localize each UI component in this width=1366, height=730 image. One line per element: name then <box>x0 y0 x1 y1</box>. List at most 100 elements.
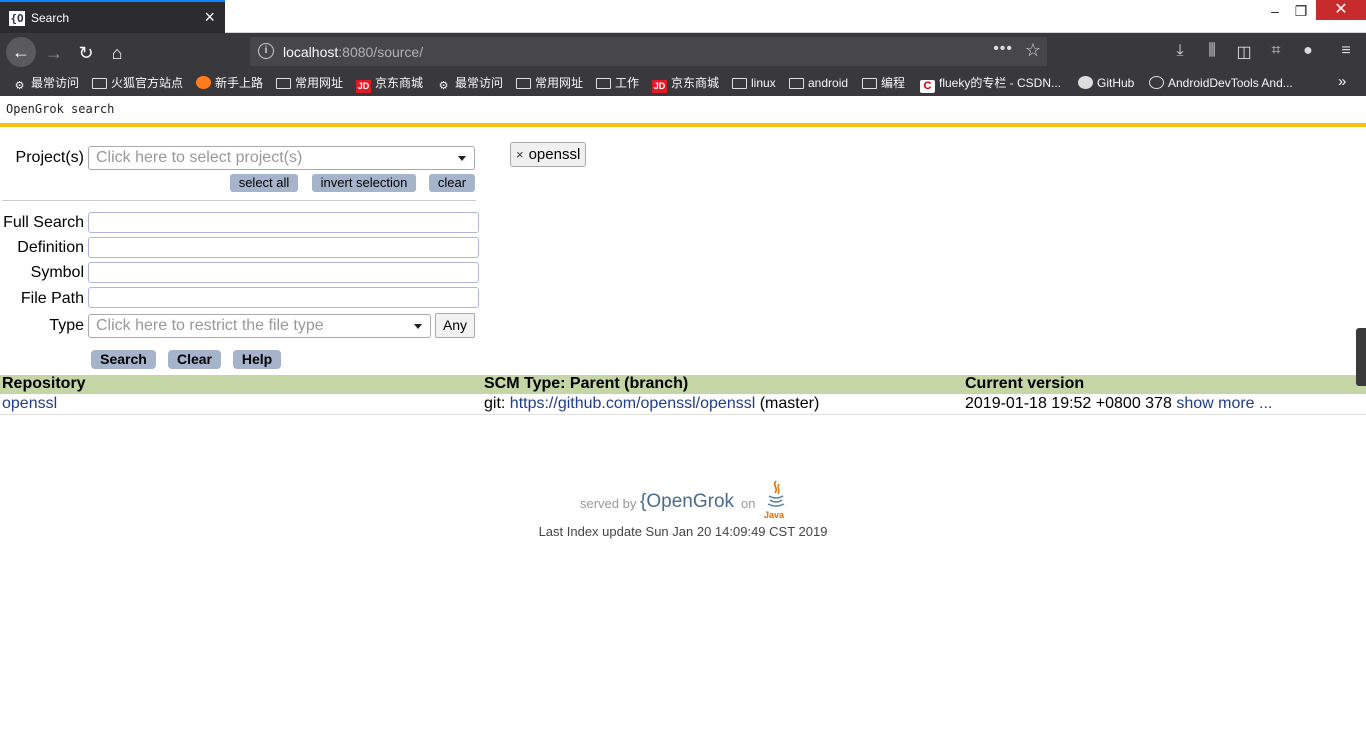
github-icon <box>1078 76 1093 89</box>
navigation-toolbar: ← → ↻ ⌂ i localhost:8080/source/ ••• ☆ ⤓… <box>0 33 1366 71</box>
csdn-icon: C <box>920 80 935 93</box>
dropdown-arrow-icon <box>458 156 466 161</box>
file-path-label: File Path <box>20 290 84 307</box>
bookmark-label: linux <box>751 76 776 90</box>
screenshot-icon[interactable]: ⌗ <box>1265 42 1287 60</box>
java-logo-text: Java <box>764 510 785 520</box>
bookmark-item[interactable]: GitHub <box>1078 75 1134 92</box>
header-repository: Repository <box>2 375 86 392</box>
folder-icon <box>516 78 531 89</box>
scm-url-link[interactable]: https://github.com/openssl/openssl <box>510 395 755 412</box>
bookmark-item[interactable]: 编程 <box>862 75 905 92</box>
scrollbar-thumb[interactable] <box>1356 328 1366 386</box>
url-host: localhost <box>283 44 339 60</box>
bookmarks-toolbar: ⚙ 最常访问 火狐官方站点 新手上路 常用网址 JD 京东商城 ⚙ 最常访问 常用网址… <box>0 71 1366 96</box>
home-icon[interactable]: ⌂ <box>103 39 131 67</box>
full-search-label: Full Search <box>3 214 84 231</box>
opengrok-footer-logo[interactable]: served by {OpenGrok on Java <box>580 479 790 524</box>
bookmark-item[interactable]: android <box>789 75 848 92</box>
bookmark-label: flueky的专栏 - CSDN... <box>939 76 1062 90</box>
bookmark-item[interactable]: ⚙ 最常访问 <box>436 75 503 92</box>
bookmark-star-icon[interactable]: ☆ <box>1025 40 1041 61</box>
bookmark-label: AndroidDevTools And... <box>1168 76 1293 90</box>
clear-projects-button[interactable]: clear <box>429 174 475 192</box>
projects-select[interactable]: Click here to select project(s) <box>88 146 475 170</box>
folder-icon <box>596 78 611 89</box>
chevron-right-icon[interactable]: » <box>1338 73 1346 90</box>
menu-icon[interactable]: ≡ <box>1335 42 1357 60</box>
bookmark-item[interactable]: Cflueky的专栏 - CSDN... <box>920 75 1062 93</box>
forward-arrow-icon[interactable]: → <box>40 39 68 67</box>
bookmark-item[interactable]: JD 京东商城 <box>652 75 720 93</box>
reload-icon[interactable]: ↻ <box>72 39 100 67</box>
file-path-input[interactable] <box>88 287 479 308</box>
search-button[interactable]: Search <box>91 350 156 369</box>
scm-cell: git: https://github.com/openssl/openssl … <box>484 395 819 413</box>
help-button[interactable]: Help <box>233 350 281 369</box>
extension-icon[interactable]: ● <box>1297 42 1319 60</box>
page-title: OpenGrok search <box>6 102 115 116</box>
jd-icon: JD <box>356 80 371 93</box>
bookmark-item[interactable]: 常用网址 <box>516 75 583 92</box>
gear-icon: ⚙ <box>14 80 25 92</box>
symbol-input[interactable] <box>88 262 479 283</box>
bookmark-label: 火狐官方站点 <box>111 76 184 90</box>
close-window-button[interactable]: ✕ <box>1316 0 1366 20</box>
library-icon[interactable]: ⫼ <box>1201 42 1223 60</box>
folder-icon <box>92 78 107 89</box>
tab-close-icon[interactable]: × <box>204 7 215 27</box>
show-more-link[interactable]: show more ... <box>1176 395 1272 412</box>
invert-selection-button[interactable]: invert selection <box>312 174 416 192</box>
folder-icon <box>732 78 747 89</box>
active-tab[interactable]: {O Search × <box>0 0 225 33</box>
definition-label: Definition <box>17 239 84 256</box>
selected-project-label: openssl <box>528 146 581 163</box>
bookmark-item[interactable]: ⚙ 最常访问 <box>12 75 79 92</box>
back-arrow-icon[interactable]: ← <box>6 37 36 67</box>
version-cell: 2019-01-18 19:52 +0800 378 show more ... <box>965 395 1272 413</box>
url-text[interactable]: localhost:8080/source/ <box>283 44 423 60</box>
globe-icon <box>1149 76 1164 89</box>
on-text: on <box>741 496 756 511</box>
table-header-row: Repository SCM Type: Parent (branch) Cur… <box>0 375 1366 394</box>
jd-icon: JD <box>652 80 667 93</box>
bookmark-item[interactable]: 常用网址 <box>276 75 343 92</box>
scm-prefix: git: <box>484 395 510 412</box>
bookmark-item[interactable]: JD 京东商城 <box>356 75 423 93</box>
selected-project-tag[interactable]: × openssl <box>510 142 587 167</box>
bookmark-item[interactable]: linux <box>732 75 776 92</box>
java-logo-icon: Java <box>764 480 785 520</box>
clear-button[interactable]: Clear <box>168 350 221 369</box>
bookmark-item[interactable]: 火狐官方站点 <box>92 75 183 92</box>
table-row: openssl git: https://github.com/openssl/… <box>0 394 1366 415</box>
served-by-text: served by <box>580 496 637 511</box>
type-select[interactable]: Click here to restrict the file type <box>88 314 431 338</box>
any-type-button[interactable]: Any <box>435 313 475 338</box>
type-placeholder: Click here to restrict the file type <box>96 317 324 334</box>
bookmark-label: 编程 <box>881 76 906 90</box>
bookmark-label: 最常访问 <box>455 76 504 90</box>
select-all-button[interactable]: select all <box>230 174 298 192</box>
page-actions-icon[interactable]: ••• <box>993 40 1013 58</box>
minimize-window-button[interactable]: – <box>1261 0 1289 22</box>
remove-project-icon[interactable]: × <box>516 147 524 162</box>
downloads-icon[interactable]: ⤓ <box>1169 42 1191 60</box>
restore-window-button[interactable]: ❐ <box>1287 0 1315 22</box>
full-search-input[interactable] <box>88 212 479 233</box>
bookmark-label: 常用网址 <box>295 76 344 90</box>
opengrok-favicon-icon: {O <box>9 11 25 26</box>
address-bar[interactable]: i localhost:8080/source/ ••• ☆ <box>250 37 1047 66</box>
tab-strip: {O Search × – ❐ ✕ <box>0 0 1366 33</box>
bookmark-item[interactable]: AndroidDevTools And... <box>1149 75 1293 92</box>
sidebar-icon[interactable]: ◫ <box>1233 42 1255 62</box>
site-info-icon[interactable]: i <box>258 43 274 59</box>
definition-input[interactable] <box>88 237 479 258</box>
divider <box>2 200 476 201</box>
bookmark-item[interactable]: 新手上路 <box>196 75 263 92</box>
bookmark-label: GitHub <box>1097 76 1135 90</box>
bookmark-item[interactable]: 工作 <box>596 75 639 92</box>
bookmark-label: 京东商城 <box>671 76 720 90</box>
folder-icon <box>862 78 877 89</box>
url-path: :8080/source/ <box>338 44 424 60</box>
repository-link[interactable]: openssl <box>2 395 57 413</box>
